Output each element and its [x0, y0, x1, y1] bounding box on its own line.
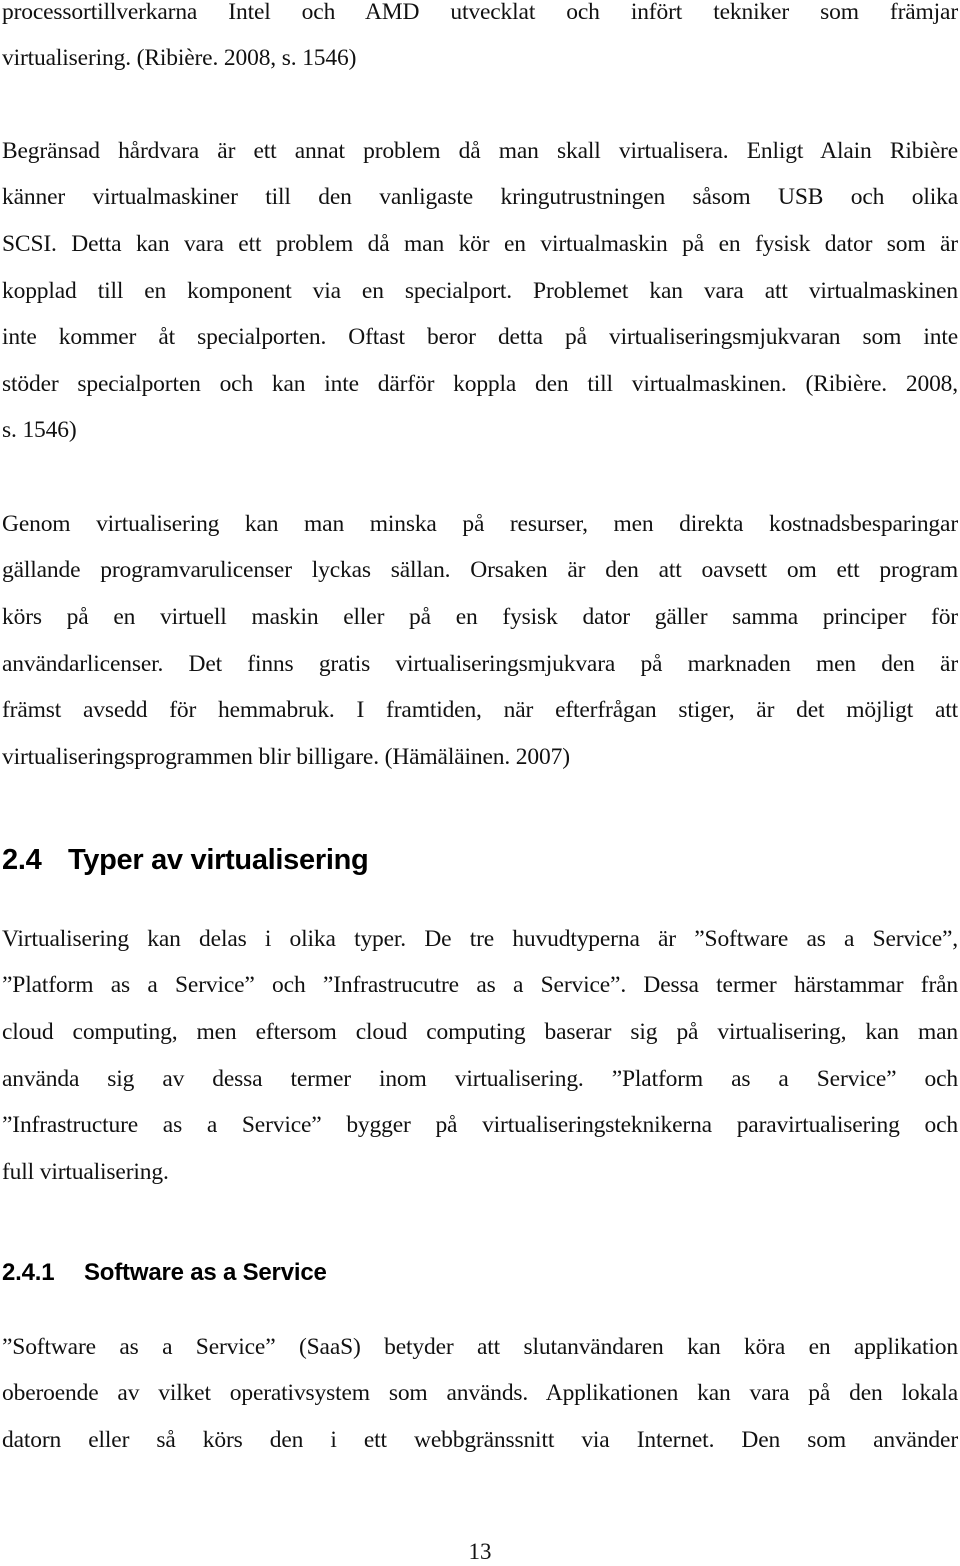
subsection-title: Software as a Service [84, 1259, 327, 1286]
paragraph-5-line-3: datorn eller så körs den i ett webbgräns… [2, 1427, 958, 1453]
section-number: 2.4 [2, 844, 42, 876]
paragraph-3-line-4: användarlicenser. Det finns gratis virtu… [2, 651, 958, 677]
paragraph-3-line-3: körs på en virtuell maskin eller på en f… [2, 604, 958, 630]
paragraph-3-line-5: främst avsedd för hemmabruk. I framtiden… [2, 697, 958, 723]
paragraph-2-line-3: SCSI. Detta kan vara ett problem då man … [2, 231, 958, 257]
section-heading: 2.4 Typer av virtualisering [2, 843, 369, 877]
paragraph-4-line-1: Virtualisering kan delas i olika typer. … [2, 926, 958, 952]
paragraph-4-line-5: ”Infrastructure as a Service” bygger på … [2, 1112, 958, 1138]
paragraph-3-line-2: gällande programvarulicenser lyckas säll… [2, 557, 958, 583]
subsection-heading: 2.4.1 Software as a Service [2, 1259, 327, 1287]
document-page: processortillverkarna Intel och AMD utve… [0, 0, 960, 1565]
paragraph-1-line-2: virtualisering. (Ribière. 2008, s. 1546) [2, 45, 357, 71]
paragraph-2-line-4: kopplad till en komponent via en special… [2, 278, 958, 304]
section-title: Typer av virtualisering [68, 844, 369, 876]
page-number: 13 [468, 1539, 492, 1564]
paragraph-2-line-5: inte kommer åt specialporten. Oftast ber… [2, 324, 958, 350]
paragraph-4-line-6: full virtualisering. [2, 1159, 169, 1185]
paragraph-4-line-4: använda sig av dessa termer inom virtual… [2, 1066, 958, 1092]
paragraph-5-line-2: oberoende av vilket operativsystem som a… [2, 1380, 958, 1406]
paragraph-2-line-2: känner virtualmaskiner till den vanligas… [2, 184, 958, 210]
paragraph-4-line-3: cloud computing, men eftersom cloud comp… [2, 1019, 958, 1045]
subsection-number: 2.4.1 [2, 1259, 55, 1286]
paragraph-3-line-1: Genom virtualisering kan man minska på r… [2, 511, 958, 537]
paragraph-2-line-6: stöder specialporten och kan inte därför… [2, 371, 958, 397]
paragraph-3-line-6: virtualiseringsprogrammen blir billigare… [2, 744, 570, 770]
paragraph-2-line-7: s. 1546) [2, 417, 77, 443]
paragraph-4-line-2: ”Platform as a Service” och ”Infrastrucu… [2, 972, 958, 998]
paragraph-5-line-1: ”Software as a Service” (SaaS) betyder a… [2, 1334, 958, 1360]
paragraph-1-line-1: processortillverkarna Intel och AMD utve… [2, 0, 958, 25]
paragraph-2-line-1: Begränsad hårdvara är ett annat problem … [2, 138, 958, 164]
